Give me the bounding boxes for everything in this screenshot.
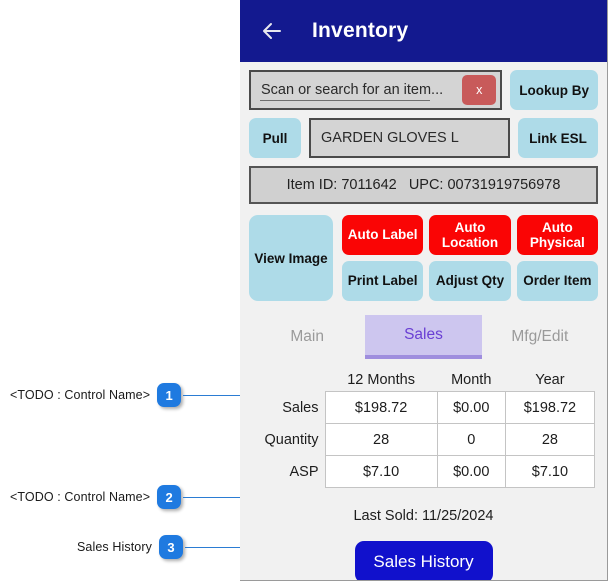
annotation-label-1: <TODO : Control Name> [10, 388, 151, 402]
link-esl-button[interactable]: Link ESL [518, 118, 598, 158]
cell-sales-year: $198.72 [504, 391, 596, 424]
search-row: Scan or search for an item... x Lookup B… [240, 70, 607, 110]
auto-physical-button[interactable]: Auto Physical [516, 215, 598, 255]
action-button-area: View Image Auto Label Auto Location Auto… [240, 204, 607, 301]
cell-sales-month: $0.00 [436, 391, 506, 424]
table-corner-cell [249, 371, 325, 392]
search-input-underline [260, 100, 431, 101]
sales-history-button[interactable]: Sales History [354, 541, 493, 580]
item-name-row: Pull GARDEN GLOVES L Link ESL [240, 118, 607, 158]
lookup-by-button[interactable]: Lookup By [510, 70, 598, 110]
tab-sales[interactable]: Sales [365, 315, 482, 359]
annotation-badge-1: 1 [157, 383, 182, 407]
row-label-asp: ASP [289, 463, 319, 480]
column-header-year: Year [535, 372, 565, 388]
auto-location-button[interactable]: Auto Location [429, 215, 511, 255]
table-row: Sales $198.72 $0.00 $198.72 [249, 391, 596, 424]
app-title-bar: Inventory [240, 0, 607, 62]
sales-table-container: 12 Months Month Year Sales $198.72 $0.00… [240, 371, 607, 488]
cell-sales-12-months: $198.72 [324, 391, 438, 424]
cell-quantity-year: 28 [504, 423, 596, 456]
table-row: ASP $7.10 $0.00 $7.10 [249, 455, 596, 488]
annotation-label-2: <TODO : Control Name> [10, 490, 151, 504]
cell-quantity-month: 0 [436, 423, 506, 456]
action-button-grid: Auto Label Auto Location Auto Physical P… [342, 215, 598, 301]
item-id-upc-bar: Item ID: 7011642 UPC: 00731919756978 [249, 166, 598, 204]
sales-history-area: Sales History [240, 541, 607, 580]
column-header-12-months: 12 Months [347, 372, 415, 388]
search-input-placeholder: Scan or search for an item... [261, 82, 444, 98]
sales-table: 12 Months Month Year Sales $198.72 $0.00… [249, 371, 596, 488]
cell-asp-year: $7.10 [504, 455, 596, 488]
cell-asp-month: $0.00 [436, 455, 506, 488]
annotation-badge-2: 2 [157, 485, 182, 509]
last-sold-text: Last Sold: 11/25/2024 [353, 508, 494, 524]
auto-label-button[interactable]: Auto Label [342, 215, 424, 255]
row-label-quantity: Quantity [264, 431, 319, 448]
table-row: Quantity 28 0 28 [249, 423, 596, 456]
tab-bar: Main Sales Mfg/Edit [240, 315, 607, 359]
inventory-app-panel: Inventory Scan or search for an item... … [240, 0, 608, 581]
item-id-upc-text: Item ID: 7011642 UPC: 00731919756978 [286, 177, 561, 193]
cell-quantity-12-months: 28 [324, 423, 438, 456]
pull-button[interactable]: Pull [249, 118, 301, 158]
tab-main[interactable]: Main [249, 315, 365, 359]
cell-asp-12-months: $7.10 [324, 455, 438, 488]
adjust-qty-button[interactable]: Adjust Qty [429, 261, 511, 301]
print-label-button[interactable]: Print Label [342, 261, 424, 301]
back-arrow-icon[interactable] [258, 17, 286, 45]
view-image-button[interactable]: View Image [249, 215, 333, 301]
annotation-label-3: Sales History [77, 540, 152, 554]
annotation-badge-3: 3 [158, 535, 183, 559]
search-input[interactable]: Scan or search for an item... x [249, 70, 503, 110]
column-header-month: Month [451, 372, 492, 388]
tab-mfg-edit[interactable]: Mfg/Edit [482, 315, 598, 359]
item-name-field[interactable]: GARDEN GLOVES L [309, 118, 510, 158]
table-header-row: 12 Months Month Year [249, 371, 595, 392]
clear-search-button[interactable]: x [462, 75, 497, 105]
annotation-callout-1: <TODO : Control Name> 1 [10, 383, 256, 407]
row-label-sales: Sales [282, 399, 319, 416]
item-name-value: GARDEN GLOVES L [321, 130, 459, 146]
page-title: Inventory [312, 19, 409, 42]
order-item-button[interactable]: Order Item [516, 261, 598, 301]
